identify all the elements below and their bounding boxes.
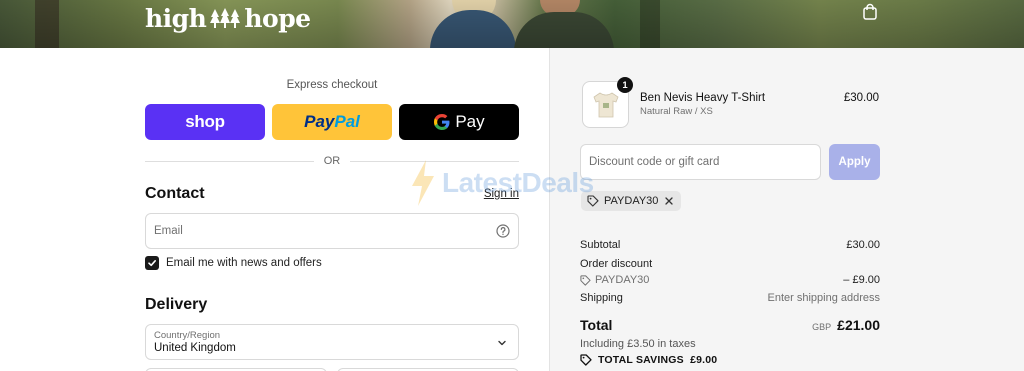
logo-text-right: hope (244, 3, 311, 33)
delivery-heading: Delivery (145, 296, 208, 313)
brand-logo[interactable]: high hope (145, 2, 311, 34)
shipping-row: Shipping Enter shipping address (580, 292, 880, 304)
email-placeholder: Email (154, 225, 183, 237)
express-checkout-title: Express checkout (286, 79, 378, 91)
total-savings-label: TOTAL SAVINGS £9.00 (598, 354, 718, 366)
shopping-bag-icon[interactable] (861, 3, 879, 21)
product-price: £30.00 (843, 92, 879, 104)
checkout-form: Express checkout shop Pay Pal Pay OR Cont… (0, 48, 549, 371)
total-label: Total (580, 317, 613, 333)
tag-icon (580, 354, 592, 366)
taxes-note: Including £3.50 in taxes (580, 338, 696, 350)
tag-icon (580, 274, 591, 286)
total-row: Total GBP £21.00 (580, 317, 880, 335)
apply-discount-button[interactable]: Apply (829, 144, 880, 180)
logo-trees-icon (210, 8, 241, 28)
or-label: OR (323, 155, 341, 167)
header-banner: high hope (0, 0, 1024, 48)
product-variant: Natural Raw / XS (640, 106, 713, 117)
newsletter-checkbox[interactable] (145, 256, 159, 270)
tshirt-icon (593, 92, 618, 117)
newsletter-label: Email me with news and offers (166, 257, 322, 269)
applied-discount-chip: PAYDAY30 (581, 191, 682, 211)
discount-value: – £9.00 (843, 274, 880, 286)
divider-line (145, 160, 314, 162)
subtotal-value: £30.00 (846, 239, 880, 251)
divider-line (350, 160, 519, 162)
email-field[interactable]: Email (145, 213, 519, 249)
country-value: United Kingdom (154, 342, 236, 354)
discount-code-label: PAYDAY30 (595, 274, 650, 286)
subtotal-row: Subtotal £30.00 (580, 239, 880, 251)
order-discount-row: Order discount (580, 258, 880, 270)
discount-placeholder: Discount code or gift card (589, 156, 720, 168)
shipping-label: Shipping (580, 292, 623, 304)
discount-code-input[interactable]: Discount code or gift card (580, 144, 821, 180)
paypal-button[interactable]: Pay Pal (272, 104, 392, 140)
order-discount-label: Order discount (580, 258, 653, 270)
help-circle-icon[interactable] (496, 224, 510, 238)
newsletter-option[interactable]: Email me with news and offers (145, 256, 322, 270)
or-divider: OR (145, 155, 519, 167)
discount-code-row: PAYDAY30 – £9.00 (580, 274, 880, 286)
google-pay-label: Pay (455, 112, 485, 131)
paypal-label-pal: Pal (334, 112, 360, 131)
google-pay-button[interactable]: Pay (399, 104, 519, 140)
subtotal-label: Subtotal (580, 239, 621, 251)
order-summary: 1 Ben Nevis Heavy T-Shirt Natural Raw / … (549, 48, 1024, 371)
shop-pay-button[interactable]: shop (145, 104, 265, 140)
tag-icon (587, 195, 599, 207)
shop-pay-label: shop (185, 112, 225, 131)
total-value: £21.00 (837, 317, 880, 333)
quantity-badge: 1 (617, 77, 633, 93)
total-currency: GBP (812, 322, 832, 332)
check-icon (148, 260, 156, 267)
sign-in-link[interactable]: Sign in (470, 188, 519, 200)
product-name: Ben Nevis Heavy T-Shirt (640, 92, 766, 104)
total-savings: TOTAL SAVINGS £9.00 (580, 354, 717, 366)
applied-code-label: PAYDAY30 (604, 195, 659, 207)
shipping-value: Enter shipping address (767, 292, 880, 304)
contact-heading: Contact (145, 185, 205, 202)
remove-discount-icon[interactable] (663, 195, 675, 207)
country-label: Country/Region (154, 330, 221, 341)
chevron-down-icon (498, 340, 506, 346)
paypal-label-pay: Pay (304, 112, 335, 131)
country-select[interactable]: Country/Region United Kingdom (145, 324, 519, 360)
total-amount: GBP £21.00 (812, 317, 880, 335)
logo-text-left: high (145, 3, 207, 33)
discount-code-cell: PAYDAY30 (580, 274, 649, 286)
google-g-icon (434, 114, 450, 130)
